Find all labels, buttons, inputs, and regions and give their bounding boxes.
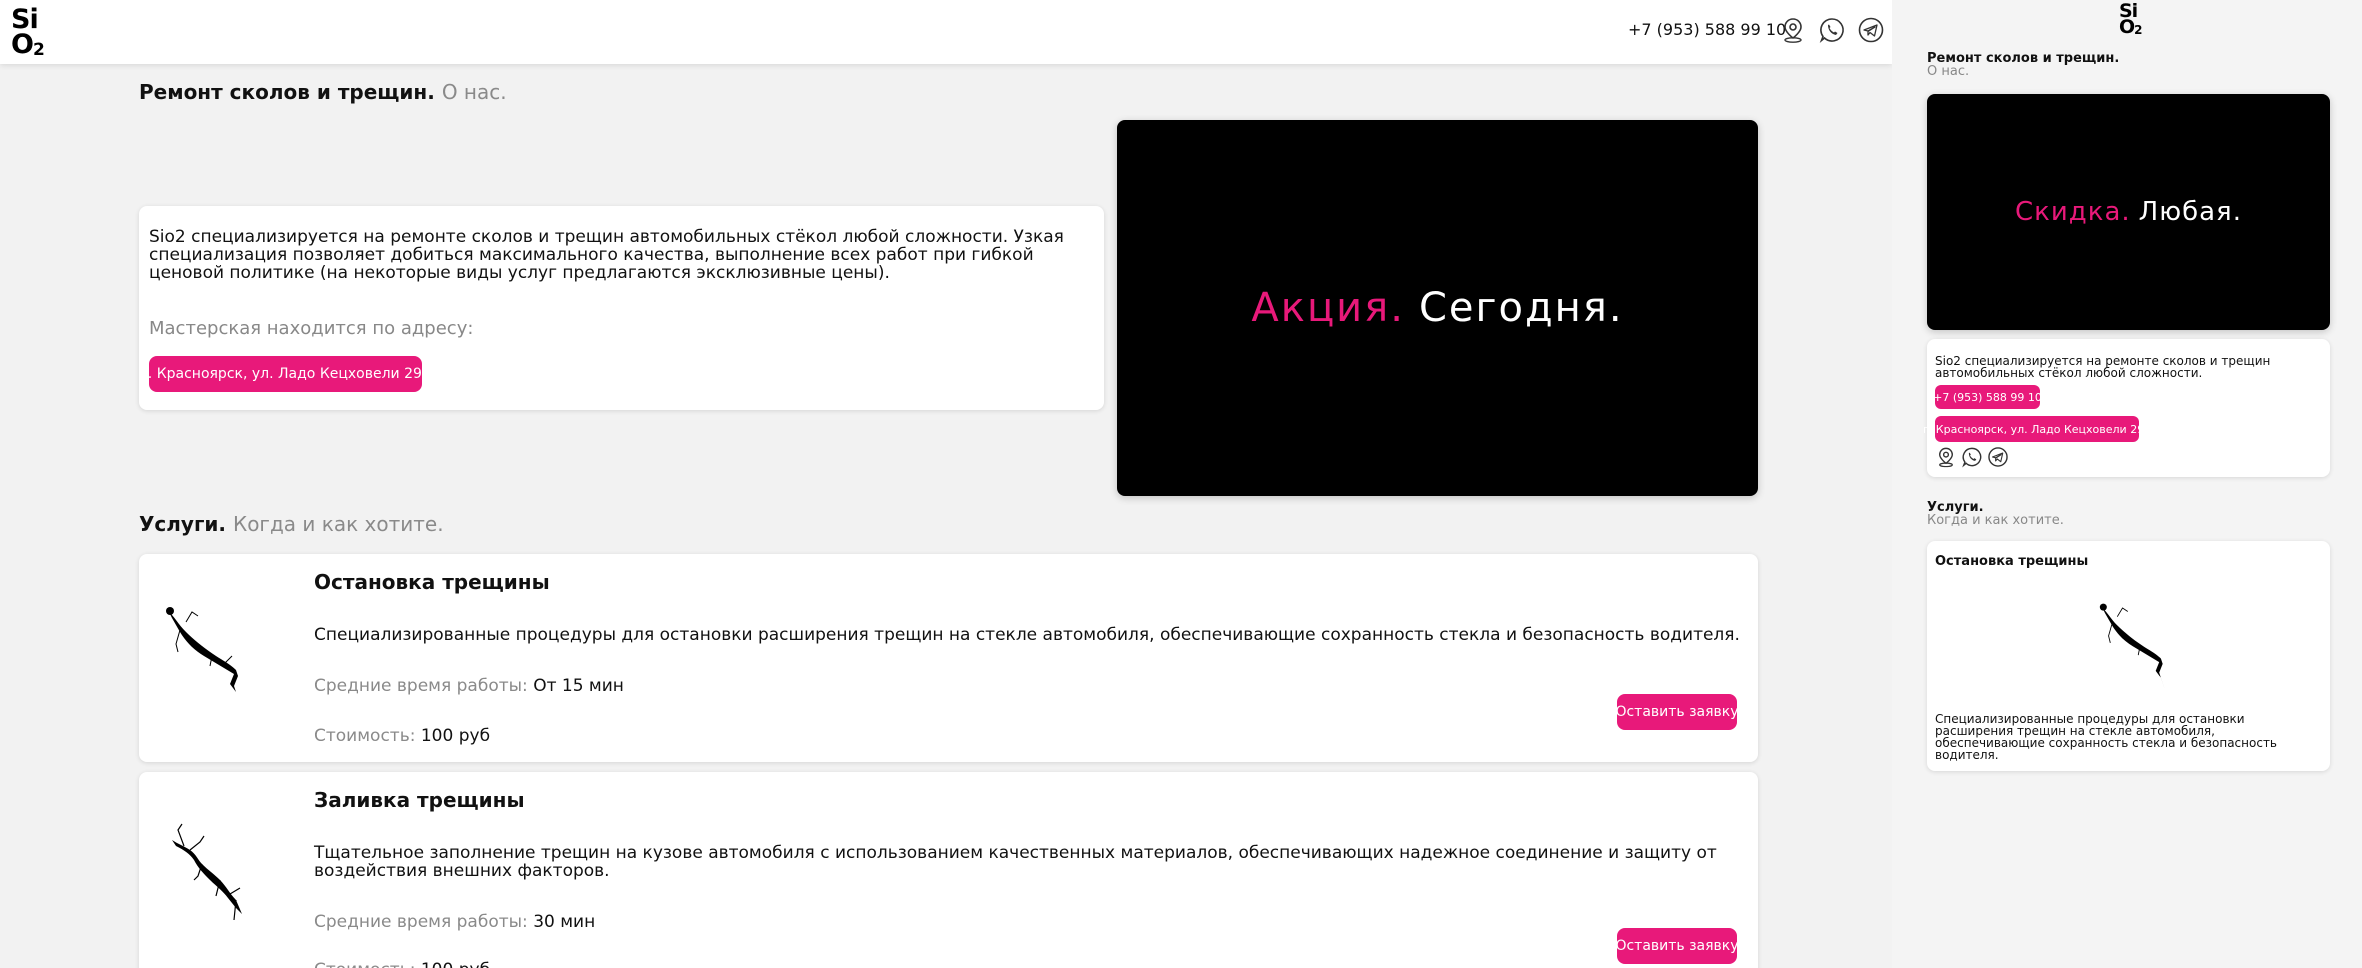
address-label: Мастерская находится по адресу: (149, 318, 474, 339)
service-name: Заливка трещины (314, 788, 525, 812)
mobile-view: Si O2 Ремонт сколов и трещин. О нас. Ски… (1892, 0, 2362, 968)
location-icon[interactable] (1779, 16, 1807, 44)
service-price: Стоимость: 100 руб (314, 726, 491, 746)
mobile-about-card: Sio2 специализируется на ремонте сколов … (1923, 339, 2330, 477)
service-price: Стоимость: 100 руб (314, 960, 490, 968)
mobile-address-button[interactable]: г. Красноярск, ул. Ладо Кецховели 29б (1923, 416, 2151, 442)
mobile-logo-bottom: O2 (2119, 16, 2143, 38)
services-subtitle: Когда и как хотите. (233, 512, 444, 536)
whatsapp-icon[interactable] (1961, 446, 1983, 468)
mobile-about-text: Sio2 специализируется на ремонте сколов … (1935, 354, 2271, 380)
promo-banner: Акция. Сегодня. (1117, 120, 1758, 496)
site-header: Si O2 +7 (953) 588 99 10 (0, 0, 1892, 64)
header-phone[interactable]: +7 (953) 588 99 10 (1628, 20, 1786, 39)
promo-text: Сегодня. (1418, 285, 1624, 331)
service-name: Остановка трещины (314, 570, 550, 594)
mobile-phone-button[interactable]: +7 (953) 588 99 10 (1933, 385, 2042, 409)
request-button[interactable]: Оставить заявку (1615, 928, 1739, 964)
service-card: Остановка трещины Специализированные про… (139, 554, 1758, 762)
mobile-about-subtitle: О нас. (1927, 64, 1970, 79)
service-time: Средние время работы: 30 мин (314, 912, 596, 932)
crack-image (2099, 603, 2165, 689)
service-time: Средние время работы: От 15 мин (314, 676, 624, 696)
about-text: Sio2 специализируется на ремонте сколов … (149, 227, 1064, 283)
about-heading: Ремонт сколов и трещин. О нас. (139, 80, 507, 104)
service-description: Специализированные процедуры для останов… (314, 625, 1740, 645)
about-title: Ремонт сколов и трещин. (139, 80, 435, 104)
crack-image (172, 823, 242, 921)
logo[interactable]: Si O2 (11, 6, 45, 60)
address-button[interactable]: г. Красноярск, ул. Ладо Кецховели 29б (140, 356, 431, 392)
request-button[interactable]: Оставить заявку (1615, 694, 1739, 730)
telegram-icon[interactable] (1987, 446, 2009, 468)
services-title: Услуги. (139, 512, 227, 536)
service-description: Тщательное заполнение трещин на кузове а… (314, 843, 1717, 881)
mobile-promo-banner: Скидка. Любая. (1927, 94, 2330, 330)
mobile-service-card: Остановка трещины Специализированные про… (1927, 541, 2330, 771)
services-heading: Услуги. Когда и как хотите. (139, 512, 444, 536)
mobile-service-name: Остановка трещины (1935, 554, 2089, 569)
whatsapp-icon[interactable] (1818, 16, 1846, 44)
about-subtitle: О нас. (441, 80, 507, 104)
logo-bottom: O2 (11, 29, 45, 60)
location-icon[interactable] (1935, 446, 1957, 468)
about-card: Sio2 специализируется на ремонте сколов … (139, 206, 1104, 410)
desktop-view: Si O2 +7 (953) 588 99 10 Ремонт сколов и… (0, 0, 1892, 968)
mobile-promo-text: Любая. (2138, 197, 2242, 227)
crack-image (166, 607, 240, 704)
mobile-logo[interactable]: Si O2 (2119, 2, 2143, 38)
mobile-services-subtitle: Когда и как хотите. (1927, 513, 2064, 528)
promo-accent: Акция. (1251, 285, 1405, 331)
telegram-icon[interactable] (1857, 16, 1885, 44)
mobile-service-description: Специализированные процедуры для останов… (1935, 712, 2278, 762)
service-card: Заливка трещины Тщательное заполнение тр… (139, 772, 1758, 968)
mobile-promo-accent: Скидка. (2015, 197, 2131, 227)
